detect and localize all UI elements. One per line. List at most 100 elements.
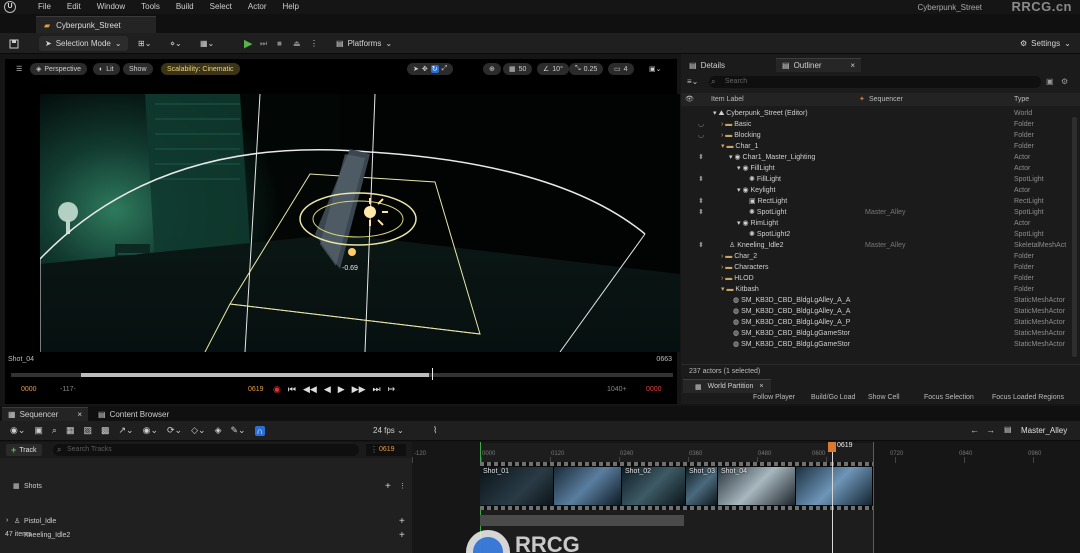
key-icon[interactable]: ↗⌄ — [119, 425, 134, 436]
track-row-shots[interactable]: ▦ Shots + ⋮ — [0, 480, 412, 494]
outliner-row[interactable]: ◍ SM_KB3D_CBD_BldgLgAlley_A_A StaticMesh… — [681, 295, 1071, 306]
menu-select[interactable]: Select — [210, 2, 232, 11]
menu-build[interactable]: Build — [176, 2, 194, 11]
sequencer-playhead[interactable] — [832, 442, 833, 553]
close-icon[interactable]: × — [850, 61, 855, 70]
back-arrow-icon[interactable]: ← — [970, 425, 979, 435]
forward-arrow-icon[interactable]: → — [986, 425, 995, 435]
key-diamond-icon[interactable]: ◈ — [215, 425, 222, 436]
pin-icon[interactable]: ⬍ — [698, 152, 704, 163]
outliner-row[interactable]: ▾ ▬ Kitbash Folder — [681, 284, 1071, 295]
add-shot-icon[interactable]: + — [385, 481, 391, 492]
playhead-marker[interactable] — [828, 442, 836, 452]
lit-button[interactable]: ◐ Lit — [93, 63, 120, 75]
outliner-row[interactable]: ✺ SpotLight2 SpotLight — [681, 229, 1071, 240]
menu-file[interactable]: File — [38, 2, 51, 11]
outliner-row[interactable]: ◡ › ▬ Basic Folder — [681, 119, 1071, 130]
outliner-row[interactable]: ▾ ◉ Keylight Actor — [681, 185, 1071, 196]
scalability-badge[interactable]: Scalability: Cinematic — [161, 63, 240, 75]
camera-speed[interactable]: ▭ 4 — [608, 63, 634, 75]
viewport-scrub-bar[interactable] — [11, 368, 673, 380]
filter-icon[interactable]: ⋮ — [370, 445, 378, 454]
add-folder-icon[interactable]: ▣ — [1046, 77, 1054, 86]
platforms-dropdown[interactable]: ▤ Platforms ⌄ — [336, 36, 392, 51]
in-frame[interactable]: -117- — [60, 386, 76, 393]
outliner-row[interactable]: ⬍ ▣ RectLight RectLight — [681, 196, 1071, 207]
outliner-row[interactable]: ⬍ ✺ FillLight SpotLight — [681, 174, 1071, 185]
curve-editor-icon[interactable]: ⌇ — [433, 425, 437, 436]
track-row-kneeling[interactable]: Kneeling_Idle2 + — [0, 530, 412, 543]
loop-icon[interactable]: ↦ — [388, 384, 396, 395]
shot-section[interactable]: Shot_02 — [622, 467, 686, 505]
viewport-scene[interactable]: -0.69 — [40, 94, 680, 352]
transform-tools[interactable]: ➤ ✥ ↻ ⤢ — [407, 63, 454, 75]
outliner-row[interactable]: ▾ ◉ FillLight Actor — [681, 163, 1071, 174]
outliner-row[interactable]: ⬍ ♙ Kneeling_Idle2 Master_Alley Skeletal… — [681, 240, 1071, 251]
record-icon[interactable]: ◉ — [273, 384, 281, 395]
outliner-row[interactable]: ▾ ◉ RimLight Actor — [681, 218, 1071, 229]
end-marker[interactable] — [873, 442, 874, 553]
outliner-scrollbar[interactable] — [1072, 117, 1077, 357]
view-icon[interactable]: ◉⌄ — [143, 425, 158, 436]
outliner-tab[interactable]: ▤ Outliner × — [776, 58, 861, 72]
eject-button[interactable]: ⏏ — [293, 36, 301, 51]
level-tab[interactable]: ▰ Cyberpunk_Street — [36, 16, 156, 33]
outliner-row[interactable]: ◍ SM_KB3D_CBD_BldgLgGameStor StaticMeshA… — [681, 339, 1071, 350]
outliner-row[interactable]: ◍ SM_KB3D_CBD_BldgLgAlley_A_A StaticMesh… — [681, 306, 1071, 317]
step-forward-icon[interactable]: ▶▶ — [352, 384, 366, 395]
sequencer-tab[interactable]: ▦ Sequencer × — [2, 407, 88, 421]
camera-icon[interactable]: ▩ — [101, 425, 110, 436]
jump-start-icon[interactable]: ⏮ — [288, 384, 296, 395]
jump-end-icon[interactable]: ⏭ — [373, 384, 381, 395]
menu-actor[interactable]: Actor — [248, 2, 267, 11]
shot-section[interactable] — [554, 467, 622, 505]
step-back-icon[interactable]: ◀◀ — [303, 384, 317, 395]
save-icon[interactable] — [9, 36, 19, 51]
grid-snap[interactable]: ▦ 50 — [503, 63, 533, 75]
shot-section[interactable]: Shot_04 — [718, 467, 796, 505]
track-row-pistol[interactable]: › ♙ Pistol_Idle + — [0, 516, 412, 529]
render-icon[interactable]: ▧ — [83, 425, 92, 436]
col-type[interactable]: Type — [1014, 96, 1029, 103]
outliner-row[interactable]: ◍ SM_KB3D_CBD_BldgLgAlley_A_P StaticMesh… — [681, 317, 1071, 328]
animation-section[interactable] — [480, 515, 684, 526]
fps-dropdown[interactable]: 24 fps ⌄ — [373, 426, 404, 435]
filter-icon[interactable]: ≡⌄ — [687, 77, 698, 86]
expand-icon[interactable]: › — [6, 517, 8, 524]
outliner-row[interactable]: ⬍ ▾ ◉ Char1_Master_Lighting Actor — [681, 152, 1071, 163]
close-icon[interactable]: × — [759, 383, 763, 390]
eye-icon[interactable]: ◡ — [698, 130, 704, 141]
menu-help[interactable]: Help — [283, 2, 299, 11]
follow-player-button[interactable]: Follow Player — [753, 394, 795, 401]
focus-selection-button[interactable]: Focus Selection — [924, 394, 974, 401]
film-icon[interactable]: ▦ — [66, 425, 75, 436]
outliner-row[interactable]: ◍ SM_KB3D_CBD_BldgLgGameStor StaticMeshA… — [681, 328, 1071, 339]
unreal-logo-icon[interactable]: U — [4, 1, 16, 13]
focus-loaded-regions-button[interactable]: Focus Loaded Regions — [992, 394, 1064, 401]
world-icon[interactable]: ◉⌄ — [10, 425, 25, 436]
end-frame[interactable]: 0000 — [646, 386, 662, 393]
select-tool-icon[interactable]: ➤ — [413, 65, 419, 73]
options-icon[interactable]: ⋮ — [399, 482, 406, 490]
more-options-icon[interactable]: ⋮ — [310, 36, 318, 51]
col-item-label[interactable]: Item Label — [711, 96, 744, 103]
world-partition-tab[interactable]: ▦ World Partition × — [683, 379, 771, 393]
layout-icon[interactable]: ▣⌄ — [643, 63, 667, 75]
menu-edit[interactable]: Edit — [67, 2, 81, 11]
pin-icon[interactable]: ⬍ — [698, 207, 704, 218]
scale-snap[interactable]: ⤡ 0.25 — [569, 63, 604, 75]
outliner-row[interactable]: ▾ ▬ Char_1 Folder — [681, 141, 1071, 152]
col-sequencer[interactable]: Sequencer — [869, 96, 903, 103]
start-frame[interactable]: 0000 — [21, 386, 37, 393]
current-frame[interactable]: 0619 — [248, 386, 264, 393]
show-cell-button[interactable]: Show Cell — [868, 394, 900, 401]
settings-icon[interactable]: ⚙ — [1061, 77, 1068, 86]
find-icon[interactable]: ⌕ — [52, 425, 57, 436]
close-icon[interactable]: × — [77, 410, 82, 419]
add-track-button[interactable]: + Track — [6, 444, 42, 456]
menu-tools[interactable]: Tools — [141, 2, 160, 11]
move-tool-icon[interactable]: ✥ — [422, 65, 428, 73]
pin-icon[interactable]: ⬍ — [698, 174, 704, 185]
scale-tool-icon[interactable]: ⤢ — [442, 65, 448, 73]
blueprint-icon[interactable]: ⋄⌄ — [170, 36, 182, 51]
